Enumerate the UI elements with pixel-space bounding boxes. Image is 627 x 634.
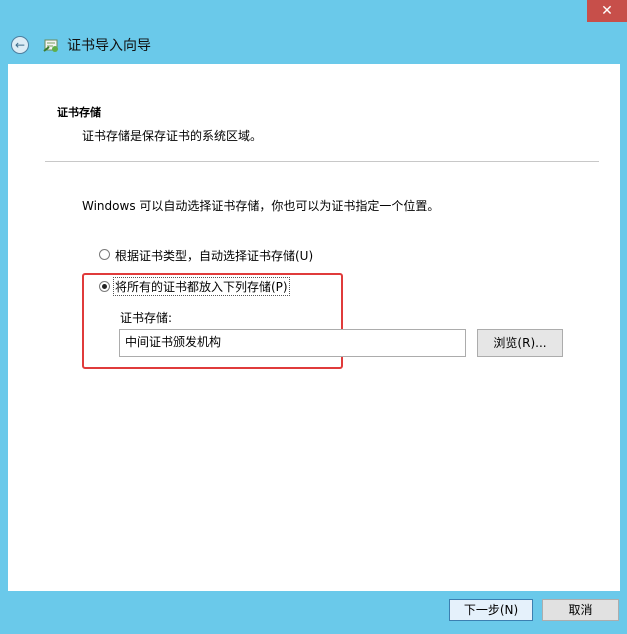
close-button[interactable]: ✕ <box>587 0 627 22</box>
wizard-content-panel: 证书存储 证书存储是保存证书的系统区域。 Windows 可以自动选择证书存储，… <box>8 64 620 591</box>
back-arrow-icon[interactable]: ← <box>11 36 29 54</box>
window-title: 证书导入向导 <box>67 38 151 54</box>
auto-store-radio-label[interactable]: 根据证书类型，自动选择证书存储(U) <box>115 247 313 264</box>
header-divider <box>45 161 599 162</box>
auto-store-radio[interactable] <box>99 249 110 260</box>
certificate-wizard-icon <box>43 39 58 52</box>
cancel-button[interactable]: 取消 <box>542 599 619 621</box>
section-heading: 证书存储 <box>57 106 101 119</box>
browse-button[interactable]: 浏览(R)... <box>477 329 563 357</box>
section-description: 证书存储是保存证书的系统区域。 <box>82 129 263 143</box>
certificate-store-field[interactable]: 中间证书颁发机构 <box>119 329 466 357</box>
next-button[interactable]: 下一步(N) <box>449 599 533 621</box>
store-selection-explanation: Windows 可以自动选择证书存储，你也可以为证书指定一个位置。 <box>82 199 440 213</box>
certificate-store-label: 证书存储: <box>120 311 173 325</box>
